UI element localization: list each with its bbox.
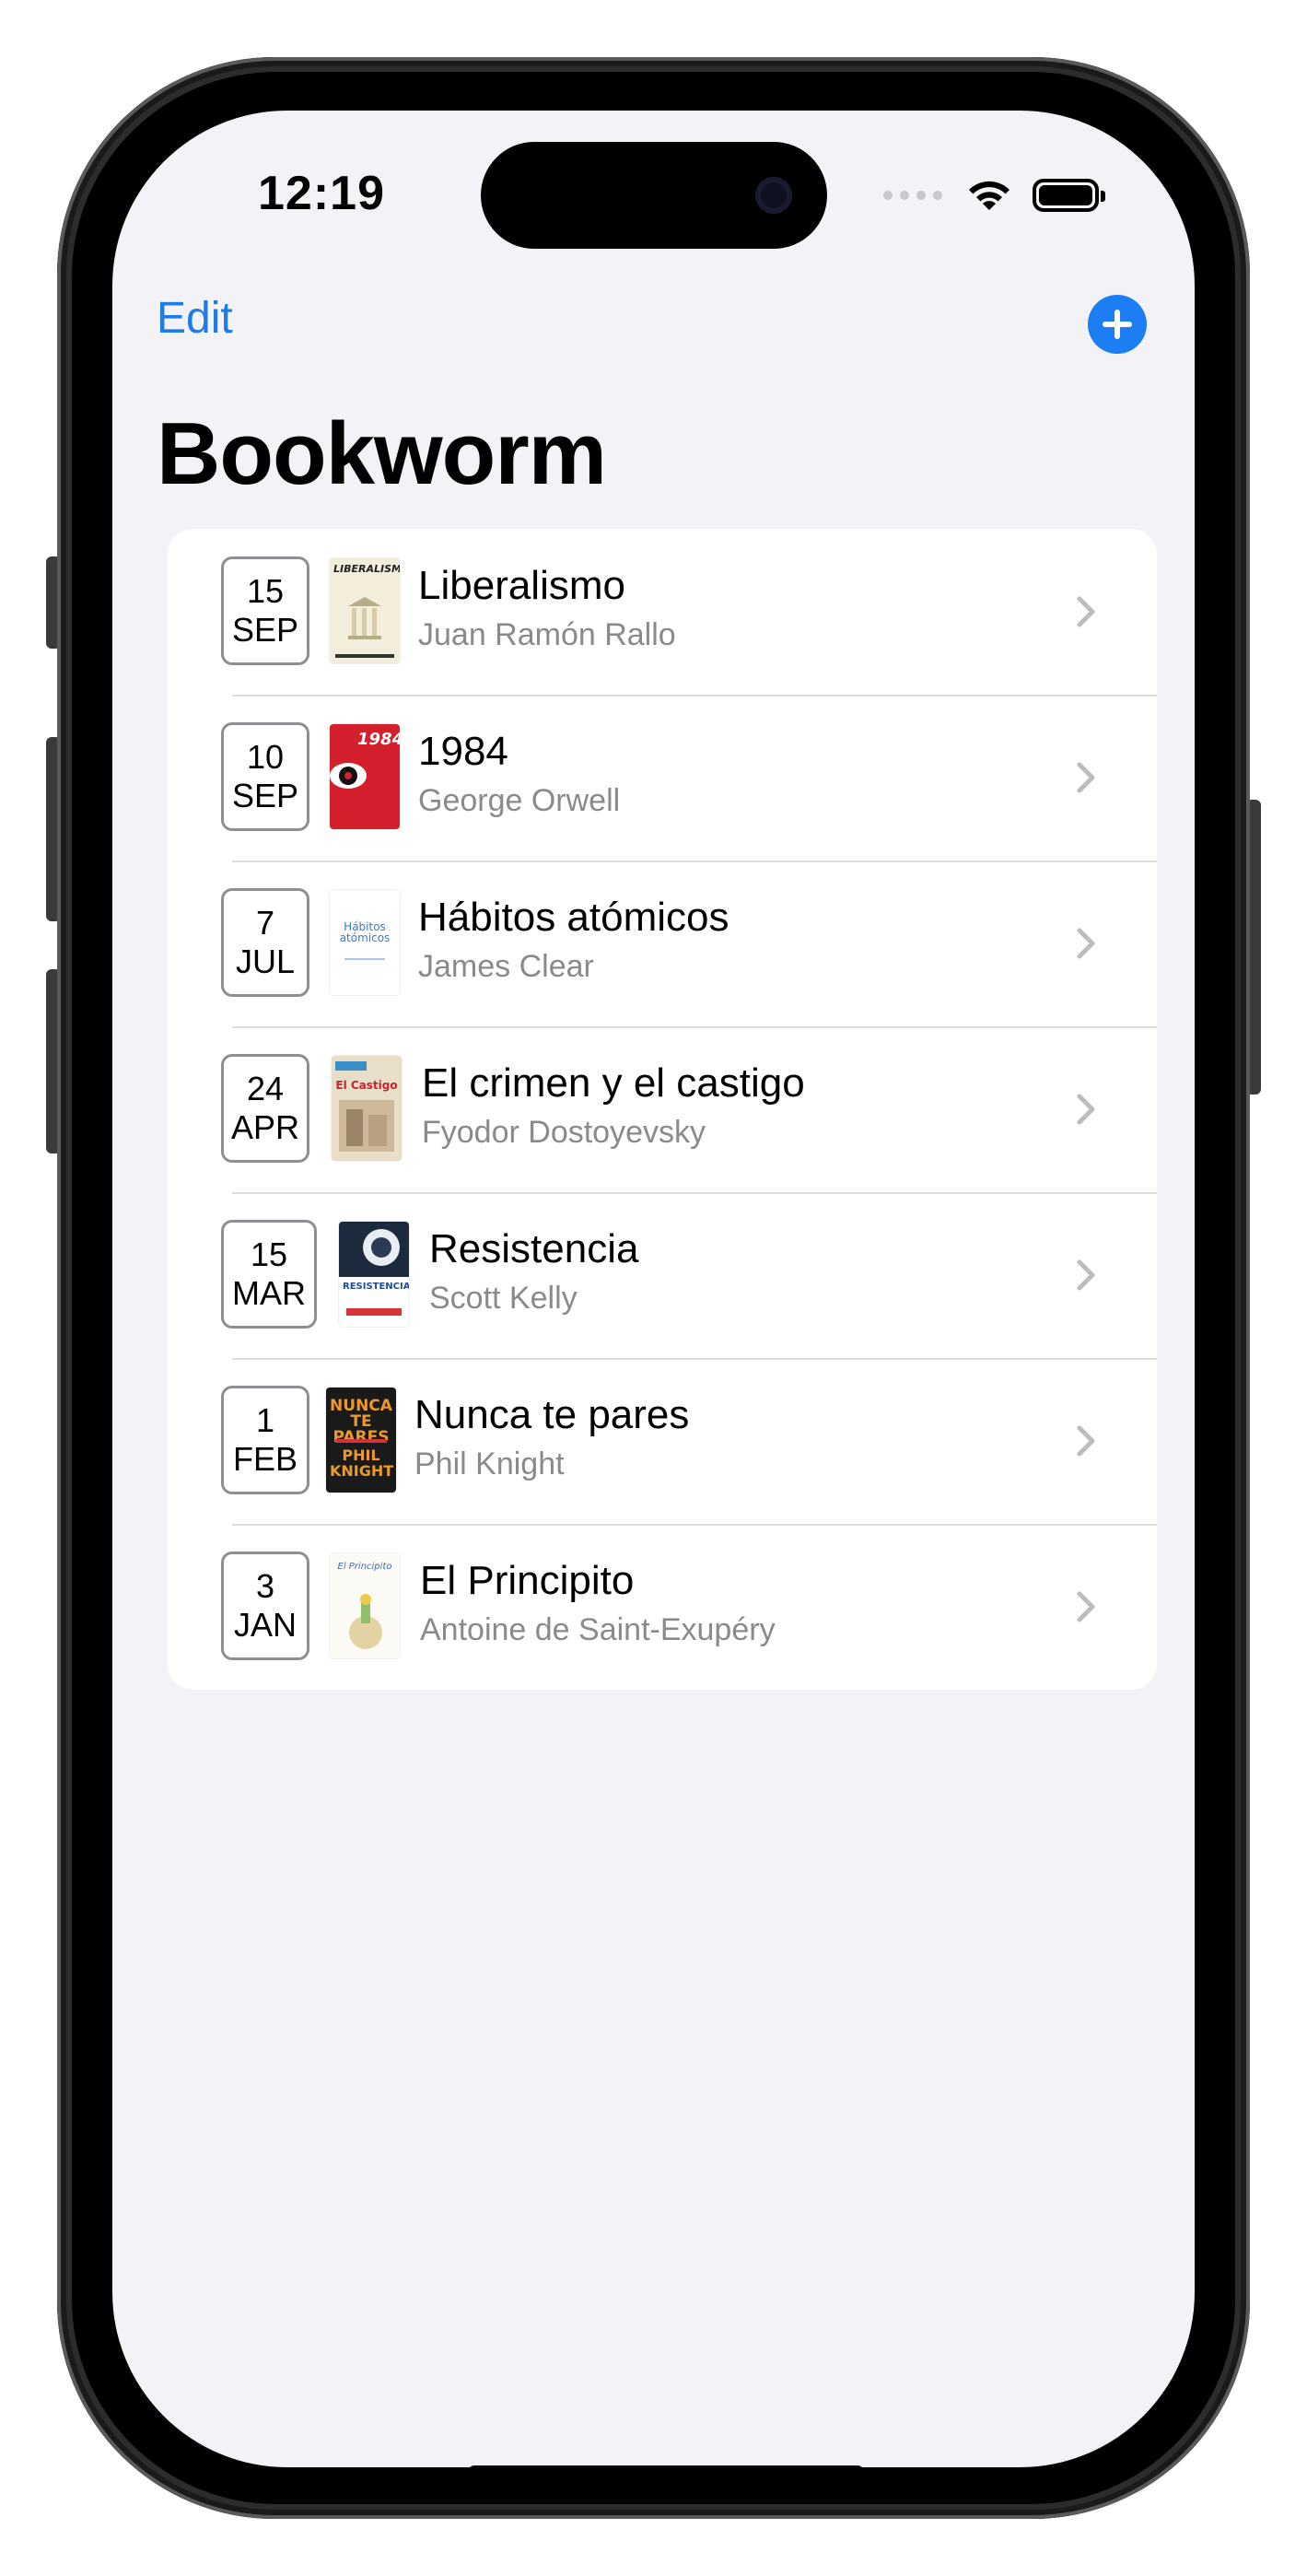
- book-title: Hábitos atómicos: [418, 895, 729, 940]
- list-item[interactable]: 1 FEB NUNCA TE PARES PHIL KNIGHT Nunca te…: [168, 1358, 1157, 1524]
- date-badge: 3 JAN: [221, 1551, 309, 1660]
- date-day: 1: [255, 1400, 275, 1439]
- list-item[interactable]: 24 APR El Castigo El crimen y el castigo…: [168, 1026, 1157, 1192]
- date-badge: 1 FEB: [221, 1386, 309, 1494]
- cover-title: LIBERALISMO: [333, 563, 400, 575]
- book-title: El Principito: [420, 1558, 635, 1603]
- date-month: JAN: [233, 1606, 297, 1644]
- book-title: Nunca te pares: [414, 1392, 690, 1437]
- chevron-right-icon: [1077, 1425, 1095, 1457]
- book-author: Antoine de Saint-Exupéry: [420, 1612, 776, 1648]
- book-author: George Orwell: [418, 783, 621, 819]
- date-badge: 10 SEP: [221, 722, 309, 831]
- date-day: 3: [255, 1566, 275, 1605]
- chevron-right-icon: [1077, 596, 1095, 627]
- chevron-right-icon: [1077, 1591, 1095, 1622]
- screen: 12:19 Edit Bookworm 15 SEP LIBERALIS Lib…: [112, 111, 1195, 2467]
- book-author: Phil Knight: [414, 1446, 565, 1482]
- book-text: 1984 George Orwell: [418, 729, 621, 819]
- book-title: El crimen y el castigo: [422, 1060, 805, 1106]
- date-badge: 15 SEP: [221, 556, 309, 665]
- list-item[interactable]: 15 SEP LIBERALISMO Liberalismo Juan Ramó…: [168, 529, 1157, 695]
- date-badge: 7 JUL: [221, 888, 309, 997]
- book-author: Fyodor Dostoyevsky: [422, 1115, 706, 1151]
- book-text: Liberalismo Juan Ramón Rallo: [418, 563, 676, 653]
- book-author: Scott Kelly: [429, 1281, 578, 1317]
- book-text: Resistencia Scott Kelly: [429, 1226, 639, 1317]
- book-author: James Clear: [418, 949, 594, 985]
- cellular-signal-icon: [883, 191, 942, 200]
- date-day: 15: [246, 571, 285, 610]
- list-item[interactable]: 15 MAR RESISTENCIA Resistencia Scott Kel…: [168, 1192, 1157, 1358]
- book-cover: LIBERALISMO: [330, 558, 400, 663]
- book-cover: El Castigo: [332, 1056, 402, 1161]
- list-item[interactable]: 10 SEP 1984 1984 George Orwell: [168, 695, 1157, 861]
- chevron-right-icon: [1077, 1259, 1095, 1291]
- date-badge: 24 APR: [221, 1054, 309, 1163]
- date-month: FEB: [232, 1440, 298, 1478]
- cover-title: El Castigo: [335, 1079, 398, 1092]
- list-item[interactable]: 7 JUL Hábitos atómicos Hábitos atómicos …: [168, 861, 1157, 1026]
- wifi-icon: [969, 181, 1009, 210]
- book-title: Resistencia: [429, 1226, 639, 1271]
- book-cover: RESISTENCIA: [339, 1222, 409, 1327]
- book-text: El crimen y el castigo Fyodor Dostoyevsk…: [422, 1060, 805, 1151]
- chevron-right-icon: [1077, 928, 1095, 959]
- book-cover: El Principito: [330, 1553, 400, 1658]
- date-month: SEP: [231, 777, 299, 814]
- book-cover: Hábitos atómicos: [330, 890, 400, 995]
- battery-icon: [1033, 179, 1105, 212]
- book-author: Juan Ramón Rallo: [418, 617, 676, 653]
- list-item[interactable]: 3 JAN El Principito El Principito Antoin…: [168, 1524, 1157, 1690]
- date-day: 24: [246, 1069, 285, 1107]
- page-title: Bookworm: [157, 404, 607, 503]
- date-month: MAR: [232, 1274, 306, 1312]
- date-badge: 15 MAR: [221, 1220, 317, 1329]
- dynamic-island: [481, 142, 827, 249]
- date-month: APR: [230, 1108, 300, 1146]
- status-time: 12:19: [258, 167, 385, 220]
- add-book-button[interactable]: [1088, 295, 1147, 354]
- chevron-right-icon: [1077, 1094, 1095, 1125]
- status-icons: [883, 177, 1105, 214]
- book-text: Nunca te pares Phil Knight: [414, 1392, 690, 1482]
- date-month: JUL: [235, 943, 296, 980]
- book-title: 1984: [418, 729, 508, 774]
- date-day: 7: [255, 903, 275, 942]
- cover-title: 1984: [357, 730, 400, 749]
- date-day: 10: [246, 737, 285, 776]
- cover-title: El Principito: [337, 1562, 392, 1572]
- cover-title: RESISTENCIA: [343, 1282, 409, 1292]
- date-month: SEP: [231, 611, 299, 649]
- book-cover: 1984: [330, 724, 400, 829]
- home-indicator[interactable]: [468, 2465, 864, 2467]
- date-day: 15: [250, 1235, 288, 1273]
- book-list: 15 SEP LIBERALISMO Liberalismo Juan Ramó…: [168, 529, 1157, 1690]
- book-text: Hábitos atómicos James Clear: [418, 895, 729, 985]
- front-camera: [755, 177, 792, 214]
- book-text: El Principito Antoine de Saint-Exupéry: [420, 1558, 776, 1648]
- book-cover: NUNCA TE PARES PHIL KNIGHT: [326, 1388, 396, 1493]
- edit-button[interactable]: Edit: [157, 293, 233, 344]
- chevron-right-icon: [1077, 762, 1095, 793]
- cover-title: Hábitos atómicos: [339, 920, 391, 944]
- book-title: Liberalismo: [418, 563, 625, 608]
